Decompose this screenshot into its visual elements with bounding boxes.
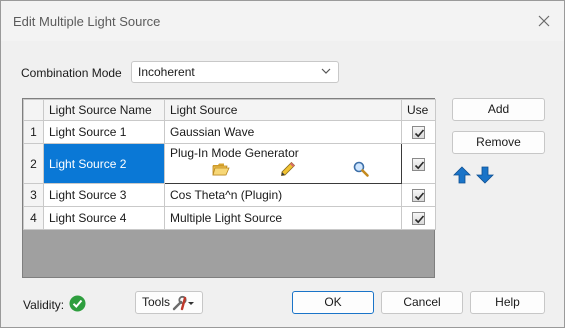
tools-menu-button[interactable]: Tools — [135, 291, 203, 314]
header-use[interactable]: Use — [401, 99, 436, 121]
use-checkbox[interactable] — [412, 157, 425, 171]
table-row[interactable]: 1 Light Source 1 Gaussian Wave — [23, 120, 436, 144]
use-checkbox[interactable] — [412, 189, 425, 203]
row-number[interactable]: 4 — [23, 206, 44, 230]
remove-button[interactable]: Remove — [452, 131, 545, 154]
header-light-source[interactable]: Light Source — [164, 99, 402, 121]
checkmark-icon — [414, 161, 425, 170]
arrow-up-icon — [453, 166, 471, 184]
light-source-cell[interactable]: Gaussian Wave — [164, 120, 402, 144]
help-button[interactable]: Help — [470, 291, 545, 314]
light-source-name-cell[interactable]: Light Source 2 — [43, 143, 165, 184]
row-number[interactable]: 1 — [23, 120, 44, 144]
title-bar: Edit Multiple Light Source — [1, 1, 564, 41]
light-source-name-cell[interactable]: Light Source 4 — [43, 206, 165, 230]
combination-mode-label: Combination Mode — [21, 66, 122, 80]
cancel-button[interactable]: Cancel — [381, 291, 463, 314]
light-source-cell-editor[interactable]: Plug-In Mode Generator — [164, 143, 402, 184]
light-source-cell[interactable]: Multiple Light Source — [164, 206, 402, 230]
light-source-name-cell[interactable]: Light Source 1 — [43, 120, 165, 144]
table-header-row: Light Source Name Light Source Use — [23, 99, 436, 121]
arrow-down-icon — [476, 166, 494, 184]
cell-editor-toolbar — [166, 160, 401, 180]
use-checkbox[interactable] — [412, 126, 425, 140]
use-checkbox[interactable] — [412, 212, 425, 226]
table-row[interactable]: 3 Light Source 3 Cos Theta^n (Plugin) — [23, 183, 436, 207]
row-number[interactable]: 3 — [23, 183, 44, 207]
use-cell[interactable] — [401, 183, 436, 207]
window-title: Edit Multiple Light Source — [13, 14, 161, 29]
folder-open-icon[interactable] — [212, 160, 230, 178]
row-number[interactable]: 2 — [23, 143, 44, 184]
combination-mode-value: Incoherent — [138, 65, 195, 79]
checkmark-icon — [414, 192, 425, 201]
validity-label: Validity: — [23, 298, 65, 312]
move-down-button[interactable] — [475, 165, 495, 185]
ok-button[interactable]: OK — [292, 291, 374, 314]
header-corner — [23, 99, 44, 121]
table-row[interactable]: 4 Light Source 4 Multiple Light Source — [23, 206, 436, 230]
magnifier-icon[interactable] — [352, 160, 370, 178]
use-cell[interactable] — [401, 206, 436, 230]
light-source-cell-text: Plug-In Mode Generator — [170, 146, 299, 160]
light-source-grid: Light Source Name Light Source Use 1 Lig… — [22, 98, 436, 278]
use-cell[interactable] — [401, 120, 436, 144]
light-source-name-cell[interactable]: Light Source 3 — [43, 183, 165, 207]
table-row[interactable]: 2 Light Source 2 Plug-In Mode Generator — [23, 143, 436, 184]
tools-icon — [172, 294, 196, 312]
add-button[interactable]: Add — [452, 98, 545, 121]
check-circle-icon — [69, 295, 86, 312]
chevron-down-icon — [321, 68, 331, 74]
light-source-table: Light Source Name Light Source Use 1 Lig… — [23, 99, 436, 230]
tools-label: Tools — [142, 295, 171, 309]
close-button[interactable] — [534, 11, 554, 31]
use-cell[interactable] — [401, 143, 436, 184]
move-up-button[interactable] — [452, 165, 472, 185]
edit-multiple-light-source-dialog: Edit Multiple Light Source Combination M… — [0, 0, 565, 328]
checkmark-icon — [414, 215, 425, 224]
light-source-cell[interactable]: Cos Theta^n (Plugin) — [164, 183, 402, 207]
header-light-source-name[interactable]: Light Source Name — [43, 99, 165, 121]
checkmark-icon — [414, 129, 425, 138]
combination-mode-select[interactable]: Incoherent — [131, 61, 339, 83]
pencil-icon[interactable] — [279, 160, 297, 178]
close-icon — [538, 15, 550, 27]
